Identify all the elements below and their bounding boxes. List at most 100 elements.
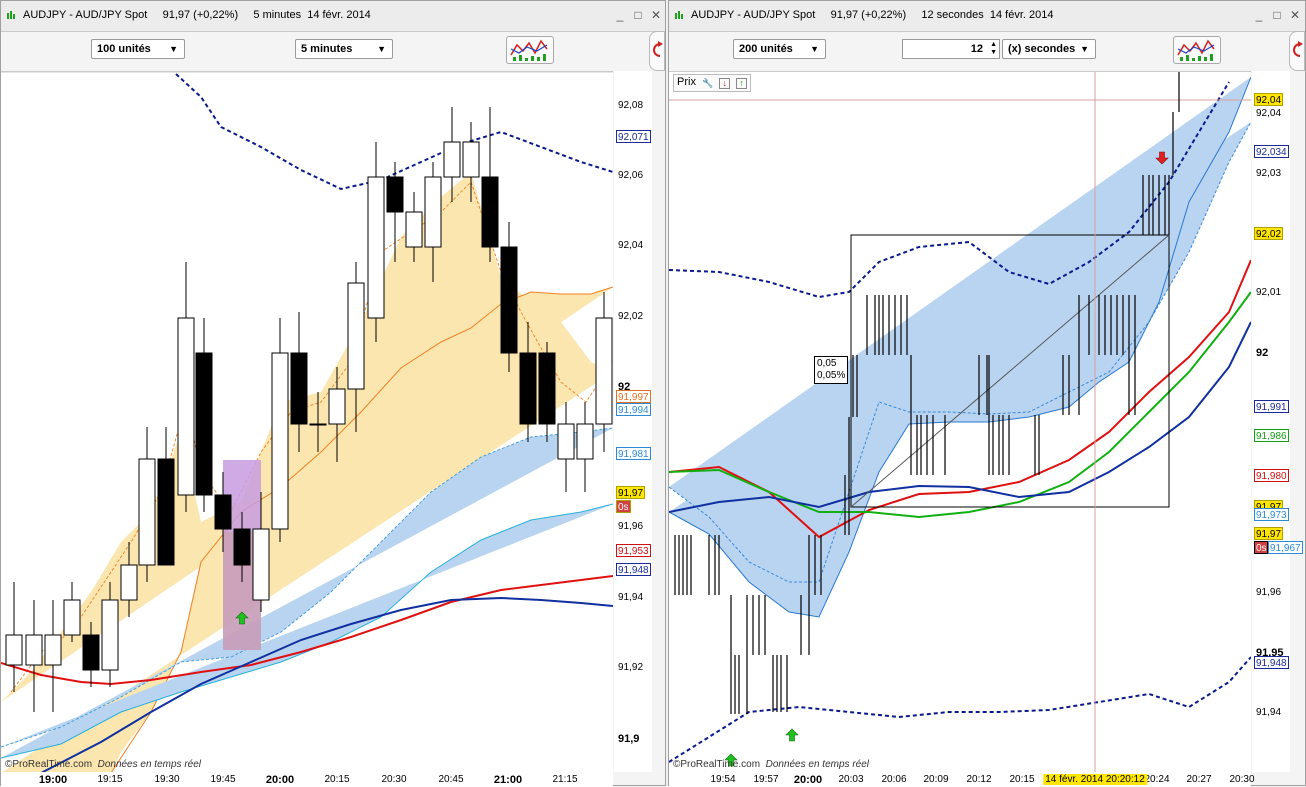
right-time-axis[interactable]: 19:54 19:57 20:00 20:03 20:06 20:09 20:12 20:15… — [669, 772, 1255, 787]
time-tick: 19:54 — [710, 774, 736, 785]
right-title-bar[interactable]: AUDJPY - AUD/JPY Spot 91,97 (+0,22%) 12 … — [669, 1, 1305, 32]
time-tick: 20:30 — [1229, 774, 1255, 785]
price-indicator-bar[interactable]: Prix 🔧 ↓ ↑ — [673, 74, 752, 92]
crosshair-time-label: 14 févr. 2014 20:20:12 — [1043, 774, 1147, 785]
left-title-bar[interactable]: AUDJPY - AUD/JPY Spot 91,97 (+0,22%) 5 m… — [1, 1, 665, 32]
bearish-candle — [481, 176, 499, 248]
bullish-candle — [367, 176, 385, 319]
time-tick: 20:30 — [381, 774, 407, 785]
bullish-candle — [101, 599, 119, 671]
maximize-icon[interactable]: □ — [1270, 8, 1284, 22]
price-label: 91,994 — [616, 403, 651, 416]
measure-annotation[interactable]: 0,05 0,05% — [814, 356, 849, 384]
bearish-candle — [157, 458, 175, 566]
minimize-icon[interactable]: _ — [1252, 8, 1266, 22]
bullish-candle — [443, 141, 461, 178]
spin-arrows-icon[interactable]: ▲ ▼ — [990, 41, 997, 57]
bullish-candle — [328, 388, 346, 425]
left-watermark: ©ProRealTime.com Données en temps réel — [5, 759, 201, 770]
price-label: 91,981 — [616, 447, 651, 460]
minimize-icon[interactable]: _ — [613, 8, 627, 22]
indicators-button[interactable] — [506, 36, 554, 64]
left-price-chart[interactable] — [1, 71, 613, 773]
price-label: 91,980 — [1254, 469, 1289, 482]
price-tick: 92,02 — [618, 311, 644, 322]
right-watermark: ©ProRealTime.com Données en temps réel — [673, 759, 869, 770]
arrow-up-icon[interactable]: ↑ — [736, 78, 748, 89]
indicators-button[interactable] — [1173, 36, 1221, 64]
time-tick: 20:27 — [1186, 774, 1212, 785]
side-panel-tab[interactable] — [1289, 31, 1305, 71]
bullish-candle — [576, 423, 594, 460]
interval-stepper[interactable]: 12 ▲ ▼ — [902, 39, 1000, 59]
price-tick: 92,01 — [1256, 287, 1282, 298]
price-label: 92,071 — [616, 130, 651, 143]
bearish-candle — [500, 246, 518, 354]
bullish-candle — [462, 141, 480, 178]
wrench-icon[interactable]: 🔧 — [702, 79, 713, 90]
timeframe-dropdown[interactable]: 5 minutes ▼ — [295, 39, 393, 59]
time-tick: 19:15 — [97, 774, 123, 785]
refresh-icon — [1293, 41, 1303, 57]
price-label: 91,973 — [1254, 508, 1289, 521]
left-chart-window: AUDJPY - AUD/JPY Spot 91,97 (+0,22%) 5 m… — [0, 0, 666, 787]
interval-unit-dropdown[interactable]: (x) secondes ▼ — [1002, 39, 1096, 59]
price-label: 91,967 — [1268, 541, 1303, 554]
units-dropdown-value: 100 unités — [97, 43, 151, 55]
time-tick: 20:45 — [438, 774, 464, 785]
price-tick: 91,92 — [618, 662, 644, 673]
price-tick: 92,04 — [1256, 108, 1282, 119]
bullish-candle — [44, 634, 62, 666]
price-tick: 92,03 — [1256, 168, 1282, 179]
price-label: 91,948 — [616, 563, 651, 576]
price-label: 91,97 — [616, 486, 646, 499]
price-tick: 92,06 — [618, 170, 644, 181]
watermark-brand: ProRealTime.com — [680, 759, 761, 770]
price-label: 91,986 — [1254, 429, 1289, 442]
right-toolbar: 200 unités ▼ 12 ▲ ▼ (x) secondes ▼ — [669, 31, 1305, 71]
close-icon[interactable]: ✕ — [649, 8, 663, 22]
price-label: 92,04 — [1254, 93, 1284, 106]
units-dropdown[interactable]: 100 unités ▼ — [91, 39, 185, 59]
left-time-axis[interactable]: 19:00 19:15 19:30 19:45 20:00 20:15 20:30 20:45… — [1, 772, 613, 787]
indicators-icon — [1177, 39, 1215, 61]
bearish-candle — [538, 352, 556, 425]
chevron-down-icon: ▼ — [1080, 44, 1089, 54]
units-dropdown-value: 200 unités — [739, 43, 793, 55]
price-label: 91,97 — [1254, 527, 1284, 540]
watermark-text: Données en temps réel — [765, 759, 869, 770]
price-tick: 91,96 — [1256, 587, 1282, 598]
buy-signal-arrow — [785, 728, 799, 742]
interval-value: 12 — [970, 43, 983, 55]
chart-app-icon — [675, 11, 683, 19]
close-icon[interactable]: ✕ — [1288, 8, 1302, 22]
time-tick: 20:15 — [324, 774, 350, 785]
right-price-axis[interactable]: 92,04 92,03 92,01 92 91,96 91,95 91,94 92,04 92,… — [1252, 71, 1303, 772]
bearish-candle — [82, 634, 100, 671]
time-tick: 20:12 — [966, 774, 992, 785]
annotation-points: 0,05 — [817, 358, 837, 369]
bullish-candle — [120, 564, 138, 601]
watermark-brand: ProRealTime.com — [12, 759, 93, 770]
indicators-icon — [510, 39, 548, 61]
price-label: 92,034 — [1254, 145, 1289, 158]
bollinger-lower-line — [669, 656, 1251, 763]
maximize-icon[interactable]: □ — [631, 8, 645, 22]
units-dropdown[interactable]: 200 unités ▼ — [733, 39, 826, 59]
chevron-down-icon: ▼ — [377, 44, 386, 54]
chart-app-icon — [7, 11, 15, 19]
time-tick: 20:24 — [1144, 774, 1170, 785]
arrow-down-icon[interactable]: ↓ — [719, 78, 731, 89]
price-label: 92,02 — [1254, 227, 1284, 240]
bullish-candle — [405, 211, 423, 248]
time-tick: 19:00 — [38, 774, 68, 786]
left-price-axis[interactable]: 92,08 92,06 92,04 92,02 92 91,96 91,94 91,92 91,… — [614, 71, 652, 772]
bullish-candle — [63, 599, 81, 636]
time-tick: 20:00 — [793, 774, 823, 786]
right-price-chart[interactable] — [669, 71, 1251, 773]
bearish-candle — [290, 352, 308, 425]
watermark-text: Données en temps réel — [97, 759, 201, 770]
bullish-candle — [271, 352, 289, 530]
bullish-candle — [177, 317, 195, 496]
side-panel-tab[interactable] — [649, 31, 665, 71]
